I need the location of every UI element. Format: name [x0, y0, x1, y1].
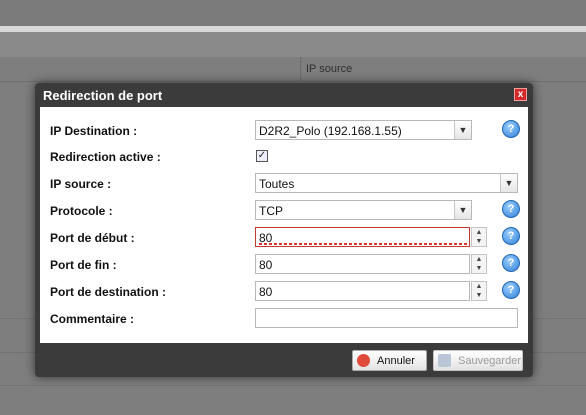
ip-source-select[interactable]: Toutes ▼	[255, 173, 518, 193]
row-commentaire: Commentaire :	[40, 307, 528, 331]
spin-up-icon[interactable]: ▲	[472, 282, 486, 291]
port-destination-stepper[interactable]: ▲ ▼	[471, 281, 487, 301]
dialog-form: IP Destination : D2R2_Polo (192.168.1.55…	[40, 107, 528, 343]
row-ip-source: IP source : Toutes ▼	[40, 172, 528, 196]
port-destination-label: Port de destination :	[50, 285, 167, 299]
help-icon[interactable]: ?	[502, 120, 520, 138]
row-port-debut: Port de début : 80 ▲ ▼ ?	[40, 226, 528, 250]
cancel-icon	[357, 354, 370, 367]
save-button[interactable]: Sauvegarder	[433, 350, 523, 371]
port-fin-input[interactable]: 80	[255, 254, 470, 274]
port-debut-stepper[interactable]: ▲ ▼	[471, 227, 487, 247]
protocole-label: Protocole :	[50, 204, 113, 218]
help-icon[interactable]: ?	[502, 281, 520, 299]
spin-down-icon[interactable]: ▼	[472, 237, 486, 246]
spin-up-icon[interactable]: ▲	[472, 255, 486, 264]
port-fin-label: Port de fin :	[50, 258, 117, 272]
port-fin-value: 80	[259, 258, 273, 272]
ip-destination-select[interactable]: D2R2_Polo (192.168.1.55) ▼	[255, 120, 472, 140]
row-redirection-active: Redirection active : ✓	[40, 145, 528, 169]
port-destination-input[interactable]: 80	[255, 281, 470, 301]
background-row-line	[0, 385, 586, 386]
help-icon[interactable]: ?	[502, 254, 520, 272]
background-top-bar	[0, 0, 586, 26]
port-debut-input[interactable]: 80	[255, 227, 470, 247]
row-port-fin: Port de fin : 80 ▲ ▼ ?	[40, 253, 528, 277]
validation-error-underline	[259, 243, 467, 245]
spin-down-icon[interactable]: ▼	[472, 291, 486, 300]
background-column-header-ip-source: IP source	[306, 63, 353, 75]
row-protocole: Protocole : TCP ▼ ?	[40, 199, 528, 223]
save-icon	[438, 354, 451, 367]
redirection-active-label: Redirection active :	[50, 150, 161, 164]
background-table-header	[0, 57, 586, 82]
spin-up-icon[interactable]: ▲	[472, 228, 486, 237]
dialog-title: Redirection de port	[43, 88, 163, 103]
background-toolbar	[0, 32, 586, 57]
save-button-label: Sauvegarder	[458, 355, 521, 367]
commentaire-label: Commentaire :	[50, 312, 135, 326]
background-column-separator	[300, 57, 301, 81]
ip-destination-value: D2R2_Polo (192.168.1.55)	[259, 124, 402, 138]
port-forward-dialog: Redirection de port x IP Destination : D…	[35, 83, 533, 377]
port-destination-value: 80	[259, 285, 273, 299]
ip-source-label: IP source :	[50, 177, 112, 191]
port-fin-stepper[interactable]: ▲ ▼	[471, 254, 487, 274]
ip-destination-label: IP Destination :	[50, 124, 138, 138]
spin-down-icon[interactable]: ▼	[472, 264, 486, 273]
row-port-destination: Port de destination : 80 ▲ ▼ ?	[40, 280, 528, 304]
chevron-down-icon[interactable]: ▼	[454, 201, 471, 219]
row-ip-destination: IP Destination : D2R2_Polo (192.168.1.55…	[40, 119, 528, 143]
cancel-button[interactable]: Annuler	[352, 350, 427, 371]
protocole-select[interactable]: TCP ▼	[255, 200, 472, 220]
help-icon[interactable]: ?	[502, 227, 520, 245]
help-icon[interactable]: ?	[502, 200, 520, 218]
redirection-active-checkbox[interactable]: ✓	[256, 150, 268, 162]
commentaire-input[interactable]	[255, 308, 518, 328]
close-icon[interactable]: x	[514, 88, 527, 101]
cancel-button-label: Annuler	[377, 355, 415, 367]
chevron-down-icon[interactable]: ▼	[454, 121, 471, 139]
port-debut-label: Port de début :	[50, 231, 135, 245]
protocole-value: TCP	[259, 204, 283, 218]
ip-source-value: Toutes	[259, 177, 295, 191]
chevron-down-icon[interactable]: ▼	[500, 174, 517, 192]
